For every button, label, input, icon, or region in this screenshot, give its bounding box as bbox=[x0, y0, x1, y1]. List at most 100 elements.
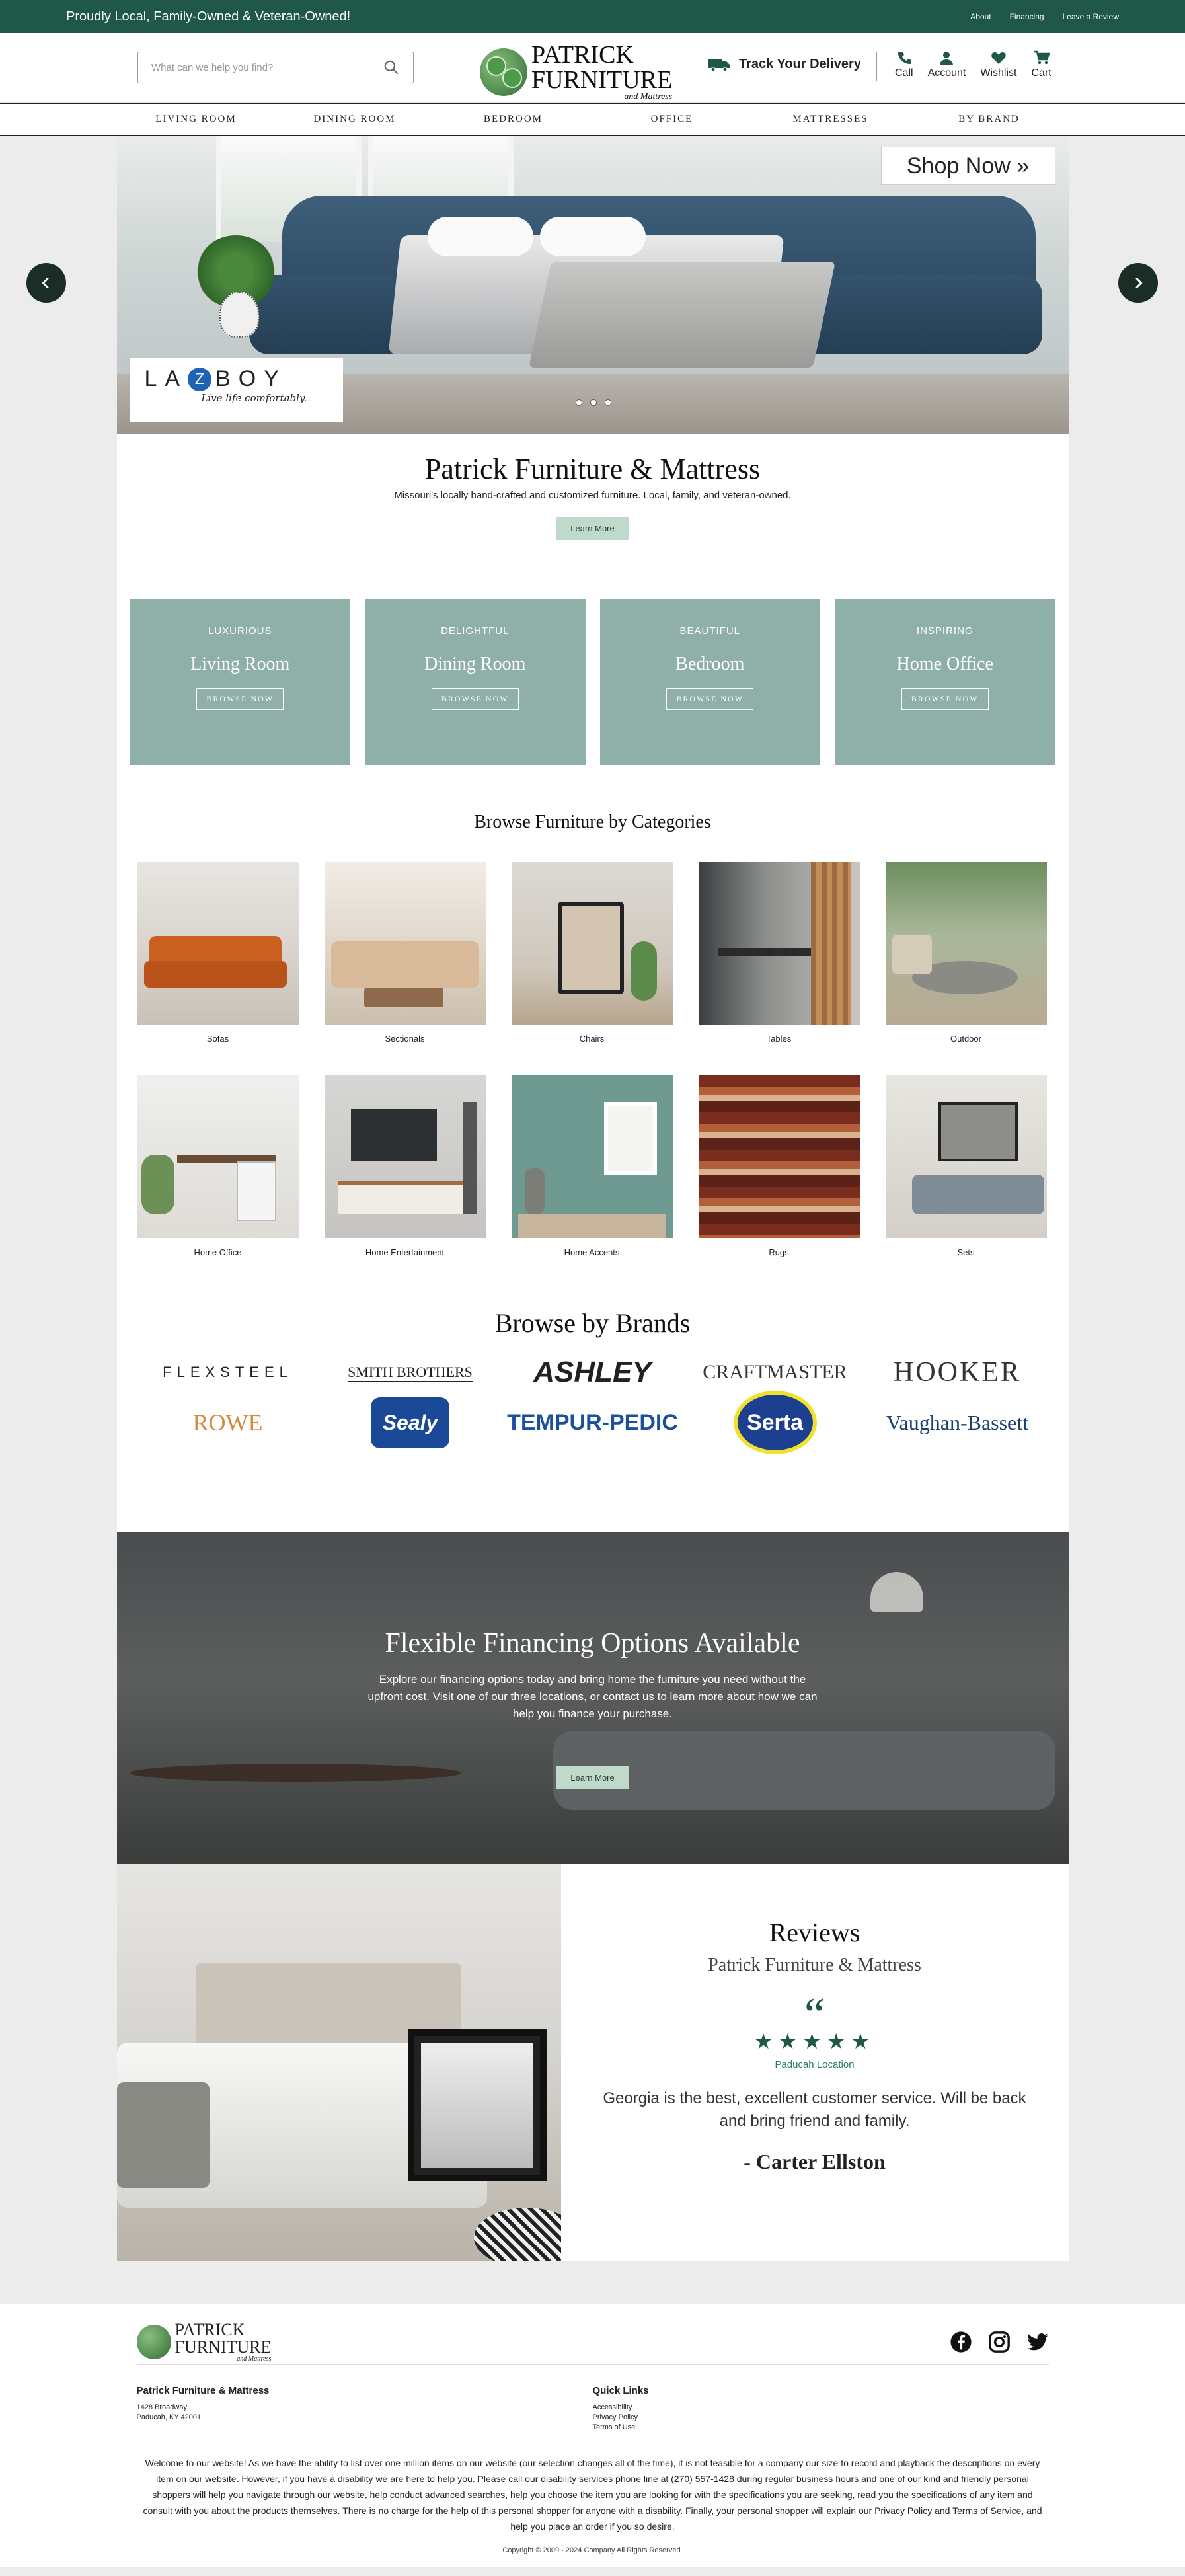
review-text: Georgia is the best, excellent customer … bbox=[603, 2089, 1026, 2130]
footer-logo-line1: PATRICK bbox=[174, 2320, 245, 2339]
category-rugs[interactable]: Rugs bbox=[698, 1075, 860, 1257]
browse-now-button[interactable]: BROWSE NOW bbox=[901, 688, 989, 710]
browse-now-button[interactable]: BROWSE NOW bbox=[196, 688, 284, 710]
brand-label: Serta bbox=[733, 1391, 817, 1454]
brand-vaughan-bassett[interactable]: Vaughan-Bassett bbox=[866, 1401, 1049, 1444]
brands-section: Browse by Brands FLEXSTEEL SMITH BROTHER… bbox=[117, 1294, 1069, 1532]
cart-button[interactable]: Cart bbox=[1031, 50, 1051, 79]
page-title: Patrick Furniture & Mattress bbox=[424, 453, 761, 485]
brand-craftmaster[interactable]: CRAFTMASTER bbox=[684, 1350, 866, 1394]
brand-sealy[interactable]: Sealy bbox=[319, 1397, 502, 1448]
accessibility-statement: Welcome to our website! As we have the a… bbox=[143, 2458, 1042, 2532]
brand-flexsteel[interactable]: FLEXSTEEL bbox=[137, 1350, 319, 1394]
carousel-prev-button[interactable] bbox=[26, 263, 66, 303]
brand-serta[interactable]: Serta bbox=[684, 1391, 866, 1454]
browse-now-button[interactable]: BROWSE NOW bbox=[431, 688, 519, 710]
terms-of-use-link[interactable]: Terms of Use bbox=[593, 2423, 1049, 2433]
account-button[interactable]: Account bbox=[928, 50, 966, 79]
facebook-icon[interactable] bbox=[950, 2331, 972, 2353]
category-chairs[interactable]: Chairs bbox=[511, 862, 673, 1044]
hero-slide[interactable]: LA Z BOY Live life comfortably. Shop Now » bbox=[116, 136, 1069, 434]
room-card-living-room[interactable]: LUXURIOUS Living Room BROWSE NOW bbox=[130, 599, 350, 765]
room-card-home-office[interactable]: INSPIRING Home Office BROWSE NOW bbox=[835, 599, 1055, 765]
search-icon[interactable] bbox=[383, 59, 400, 76]
brand-label: ASHLEY bbox=[533, 1356, 652, 1388]
heart-icon bbox=[991, 52, 1006, 64]
category-home-office[interactable]: Home Office bbox=[137, 1075, 299, 1257]
categories-title: Browse Furniture by Categories bbox=[474, 812, 711, 832]
room-card-bedroom[interactable]: BEAUTIFUL Bedroom BROWSE NOW bbox=[599, 599, 820, 765]
browse-now-button[interactable]: BROWSE NOW bbox=[666, 688, 754, 710]
footer-logo[interactable]: PATRICK FURNITURE and Mattress bbox=[136, 2320, 272, 2362]
wishlist-button[interactable]: Wishlist bbox=[980, 50, 1016, 79]
search-input[interactable] bbox=[151, 61, 383, 73]
category-tables[interactable]: Tables bbox=[698, 862, 860, 1044]
account-icon bbox=[940, 52, 954, 65]
nav-by-brand[interactable]: BY BRAND bbox=[910, 114, 1069, 125]
carousel-dot[interactable] bbox=[590, 399, 597, 406]
financing-description: Explore our financing options today and … bbox=[367, 1673, 818, 1720]
copyright: Copyright © 2009 - 2024 Company All Righ… bbox=[502, 2546, 683, 2554]
search-box[interactable] bbox=[137, 52, 414, 83]
track-delivery-link[interactable]: Track Your Delivery bbox=[708, 57, 861, 72]
track-delivery-label: Track Your Delivery bbox=[739, 57, 861, 71]
twitter-icon[interactable] bbox=[1026, 2331, 1049, 2353]
category-label: Home Accents bbox=[564, 1247, 620, 1257]
privacy-policy-link[interactable]: Privacy Policy bbox=[593, 2413, 1049, 2423]
hero-carousel: LA Z BOY Live life comfortably. Shop Now » bbox=[0, 136, 1185, 434]
category-outdoor[interactable]: Outdoor bbox=[885, 862, 1047, 1044]
about-link[interactable]: About bbox=[970, 12, 991, 21]
nav-living-room[interactable]: LIVING ROOM bbox=[117, 114, 276, 125]
brand-hooker[interactable]: HOOKER bbox=[866, 1350, 1049, 1394]
lazboy-tagline: Live life comfortably. bbox=[201, 392, 307, 404]
category-sofas[interactable]: Sofas bbox=[137, 862, 299, 1044]
call-button[interactable]: Call bbox=[895, 50, 913, 79]
bed-throw bbox=[116, 2082, 210, 2188]
nav-mattresses[interactable]: MATTRESSES bbox=[751, 114, 910, 125]
site-logo[interactable]: PATRICK FURNITURE and Mattress bbox=[480, 42, 672, 102]
category-home-accents[interactable]: Home Accents bbox=[511, 1075, 673, 1257]
top-links: About Financing Leave a Review bbox=[970, 12, 1119, 21]
financing-section: Flexible Financing Options Available Exp… bbox=[116, 1532, 1069, 1864]
room-card-dining-room[interactable]: DELIGHTFUL Dining Room BROWSE NOW bbox=[365, 599, 586, 765]
main-content: Patrick Furniture & Mattress Missouri's … bbox=[116, 434, 1069, 2261]
carousel-next-button[interactable] bbox=[1118, 263, 1158, 303]
footer-logo-line2: FURNITURE bbox=[174, 2337, 272, 2357]
category-sectionals[interactable]: Sectionals bbox=[324, 862, 486, 1044]
carousel-dot[interactable] bbox=[575, 399, 582, 406]
brands-title: Browse by Brands bbox=[494, 1308, 691, 1338]
chevron-right-icon bbox=[1135, 277, 1143, 289]
header-actions: Call Account Wishlist Cart bbox=[895, 50, 1051, 79]
account-label: Account bbox=[927, 67, 966, 79]
category-sets[interactable]: Sets bbox=[885, 1075, 1047, 1257]
brand-rowe[interactable]: ROWE bbox=[137, 1401, 319, 1444]
brand-label: CRAFTMASTER bbox=[703, 1361, 847, 1383]
financing-learn-more-button[interactable]: Learn More bbox=[556, 1766, 629, 1789]
nav-dining-room[interactable]: DINING ROOM bbox=[276, 114, 434, 125]
nav-bedroom[interactable]: BEDROOM bbox=[434, 114, 593, 125]
category-home-entertainment[interactable]: Home Entertainment bbox=[324, 1075, 486, 1257]
brand-tempur-pedic[interactable]: TEMPUR-PEDIC bbox=[502, 1401, 684, 1444]
room-card-sub: BEAUTIFUL bbox=[679, 625, 740, 637]
category-label: Chairs bbox=[579, 1034, 605, 1044]
header-divider bbox=[876, 52, 877, 81]
review-author: - Carter Ellston bbox=[744, 2150, 886, 2173]
room-card-title: Bedroom bbox=[675, 654, 745, 674]
site-footer: PATRICK FURNITURE and Mattress Patrick F… bbox=[0, 2304, 1185, 2567]
accessibility-link[interactable]: Accessibility bbox=[593, 2403, 1049, 2413]
top-announcement-bar: Proudly Local, Family-Owned & Veteran-Ow… bbox=[0, 0, 1185, 33]
nav-office[interactable]: OFFICE bbox=[593, 114, 751, 125]
carousel-dot[interactable] bbox=[604, 399, 611, 406]
learn-more-button[interactable]: Learn More bbox=[556, 517, 629, 540]
financing-link[interactable]: Financing bbox=[1010, 12, 1044, 21]
room-cards: LUXURIOUS Living Room BROWSE NOW DELIGHT… bbox=[117, 599, 1069, 765]
instagram-icon[interactable] bbox=[988, 2331, 1011, 2353]
leave-review-link[interactable]: Leave a Review bbox=[1063, 12, 1119, 21]
phone-icon bbox=[898, 52, 911, 64]
brand-ashley[interactable]: ASHLEY bbox=[502, 1350, 684, 1394]
category-label: Outdoor bbox=[950, 1034, 981, 1044]
brand-smith-brothers[interactable]: SMITH BROTHERS bbox=[319, 1350, 502, 1394]
picture-frame bbox=[407, 2029, 547, 2181]
shop-now-button[interactable]: Shop Now » bbox=[880, 147, 1055, 185]
hero-pillow bbox=[427, 217, 533, 256]
